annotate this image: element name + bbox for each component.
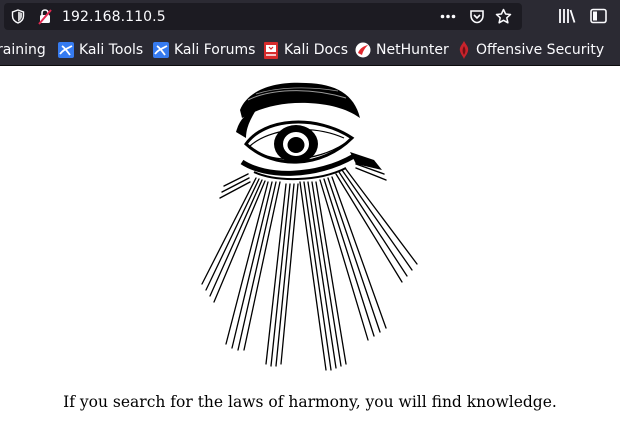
bookmarks-toolbar: raining Kali Tools Kali Forums Kali Docs… bbox=[0, 34, 620, 66]
bookmark-star-icon[interactable] bbox=[495, 8, 512, 25]
kali-dragon-icon bbox=[153, 42, 169, 58]
offsec-icon bbox=[459, 41, 469, 59]
bookmark-nethunter[interactable]: NetHunter bbox=[355, 41, 449, 59]
bookmark-kali-forums[interactable]: Kali Forums bbox=[153, 41, 255, 59]
page-actions-icon[interactable] bbox=[440, 14, 456, 19]
browser-toolbar: 192.168.110.5 bbox=[0, 0, 620, 34]
bookmark-label: raining bbox=[0, 42, 46, 58]
bookmark-label: Kali Forums bbox=[174, 42, 256, 58]
bookmark-label: NetHunter bbox=[376, 42, 449, 58]
all-seeing-eye-image bbox=[201, 82, 418, 371]
page-caption: If you search for the laws of harmony, y… bbox=[63, 393, 557, 411]
nethunter-icon bbox=[355, 42, 371, 58]
shield-icon[interactable] bbox=[11, 9, 25, 24]
bookmark-label: Offensive Security bbox=[476, 42, 605, 58]
kali-docs-icon bbox=[264, 41, 278, 59]
bookmark-kali-docs[interactable]: Kali Docs bbox=[263, 41, 348, 59]
kali-dragon-icon bbox=[58, 42, 74, 58]
bookmark-kali-tools[interactable]: Kali Tools bbox=[58, 41, 143, 59]
insecure-lock-icon[interactable] bbox=[37, 8, 53, 25]
pocket-icon[interactable] bbox=[469, 9, 485, 24]
url-text[interactable]: 192.168.110.5 bbox=[62, 9, 166, 25]
bookmark-label: Kali Docs bbox=[284, 42, 349, 58]
bookmark-training[interactable]: raining bbox=[0, 41, 46, 59]
light-rays bbox=[201, 163, 418, 371]
page-content: If you search for the laws of harmony, y… bbox=[0, 66, 620, 441]
url-bar[interactable]: 192.168.110.5 bbox=[4, 3, 522, 30]
library-icon[interactable] bbox=[558, 8, 576, 24]
bookmark-offensive-security[interactable]: Offensive Security bbox=[457, 41, 604, 59]
sidebar-icon[interactable] bbox=[590, 8, 607, 24]
bookmark-label: Kali Tools bbox=[79, 42, 144, 58]
